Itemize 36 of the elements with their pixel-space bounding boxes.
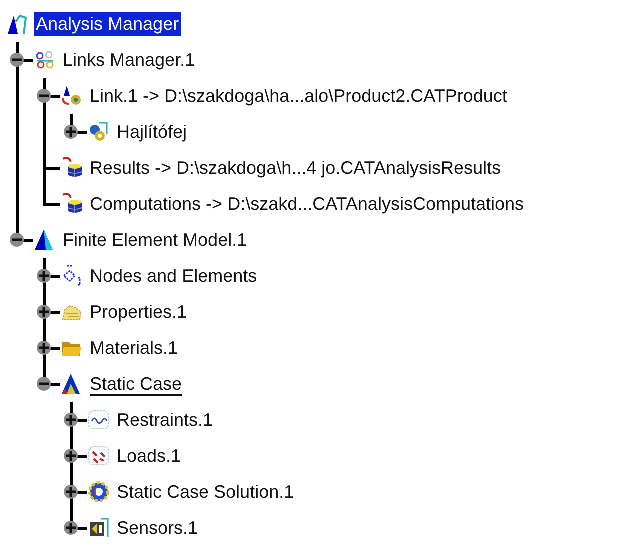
expand-toggle-icon[interactable]	[63, 520, 79, 536]
database-icon	[60, 192, 84, 216]
expand-toggle-icon[interactable]	[63, 124, 79, 140]
analysis-icon	[6, 12, 30, 36]
expand-toggle-icon[interactable]	[36, 304, 52, 320]
tree-item-label[interactable]: Static Case	[88, 372, 184, 396]
tree-item-label[interactable]: Analysis Manager	[34, 12, 182, 36]
tree-item-label[interactable]: Finite Element Model.1	[61, 228, 250, 252]
tree-item-label[interactable]: Materials.1	[88, 336, 180, 360]
gear-icon	[87, 480, 111, 504]
expand-toggle-icon[interactable]	[63, 412, 79, 428]
tree-item-label[interactable]: Hajlítófej	[115, 120, 190, 144]
tree-item-label[interactable]: Loads.1	[115, 444, 184, 468]
tree-item-label[interactable]: Restraints.1	[115, 408, 216, 432]
tree-item-label[interactable]: Links Manager.1	[61, 48, 198, 72]
collapse-toggle-icon[interactable]	[36, 376, 52, 392]
expand-toggle-icon[interactable]	[63, 448, 79, 464]
expand-toggle-icon[interactable]	[36, 340, 52, 356]
tree-item-label[interactable]: Nodes and Elements	[88, 264, 260, 288]
collapse-toggle-icon[interactable]	[36, 88, 52, 104]
loads-icon	[87, 444, 111, 468]
gears-icon	[87, 120, 111, 144]
sensor-icon	[87, 516, 111, 540]
tree-item-label[interactable]: Properties.1	[88, 300, 190, 324]
tree-item-label[interactable]: Computations -> D:\szakd...CATAnalysisComputations	[88, 192, 526, 216]
tree-item-label[interactable]: Results -> D:\szakdoga\h...4 jo.CATAnalysisResults	[88, 156, 503, 180]
expand-toggle-icon[interactable]	[36, 268, 52, 284]
link-icon	[60, 84, 84, 108]
tree-item-label[interactable]: Static Case Solution.1	[115, 480, 296, 504]
expand-toggle-icon[interactable]	[63, 484, 79, 500]
restraints-icon	[87, 408, 111, 432]
database-icon	[60, 156, 84, 180]
collapse-toggle-icon[interactable]	[9, 232, 25, 248]
collapse-toggle-icon[interactable]	[9, 52, 25, 68]
tree-item-label[interactable]: Link.1 -> D:\szakdoga\ha...alo\Product2.CATProduct	[88, 84, 510, 108]
tree-item-label[interactable]: Sensors.1	[115, 516, 200, 540]
